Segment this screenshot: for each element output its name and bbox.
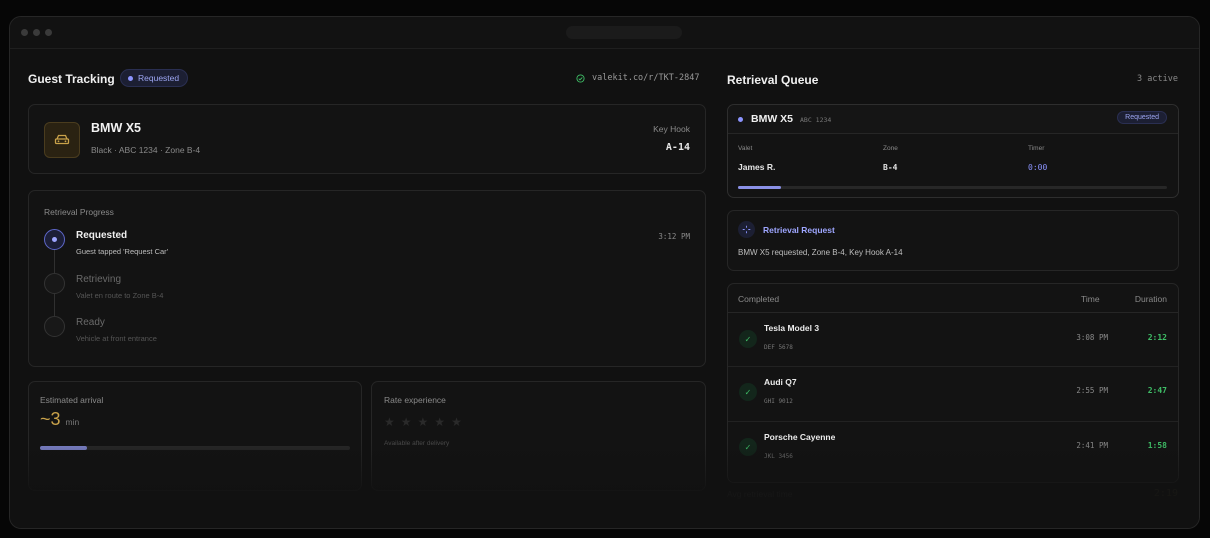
eta-progress-bar (40, 446, 350, 450)
car-icon (44, 122, 80, 158)
window-close-dot[interactable] (21, 29, 28, 36)
row-duration: 2:12 (1147, 333, 1167, 342)
current-vehicle-name: BMW X5 (751, 113, 793, 125)
address-bar[interactable] (566, 26, 682, 39)
completed-header (728, 284, 1178, 313)
step-subtitle: Valet en route to Zone B-4 (76, 291, 164, 300)
request-text: BMW X5 requested, Zone B-4, Key Hook A-1… (738, 248, 903, 257)
active-count: 3 active (1137, 74, 1178, 84)
retrieval-queue-title: Retrieval Queue (727, 73, 819, 87)
vehicle-name: BMW X5 (91, 121, 141, 135)
zone-label: Zone (883, 145, 898, 152)
step-requested-indicator (44, 229, 65, 250)
step-connector (54, 294, 55, 316)
star-icon[interactable]: ★ (401, 415, 412, 429)
step-subtitle: Guest tapped 'Request Car' (76, 247, 169, 256)
retrieval-request-card: Retrieval Request BMW X5 requested, Zone… (727, 210, 1179, 271)
completed-header-title: Completed (738, 294, 780, 304)
table-row[interactable]: ✓ Porsche Cayenne JKL 3456 2:41 PM 1:58 (728, 422, 1178, 476)
table-row[interactable]: ✓ Audi Q7 GHI 9012 2:55 PM 2:47 (728, 367, 1178, 421)
window-maximize-dot[interactable] (45, 29, 52, 36)
row-time: 2:41 PM (1076, 441, 1108, 450)
star-icon[interactable]: ★ (434, 415, 445, 429)
completed-table: Completed Time Duration ✓ Tesla Model 3 … (727, 283, 1179, 483)
row-name: Audi Q7 (764, 377, 797, 387)
active-dot-icon (738, 117, 743, 122)
eta-label: Estimated arrival (40, 395, 104, 405)
step-subtitle: Vehicle at front entrance (76, 334, 157, 343)
current-progress-fill (738, 186, 781, 189)
row-time: 3:08 PM (1076, 333, 1108, 342)
step-title: Requested (76, 230, 128, 241)
key-hook-value: A-14 (665, 142, 690, 153)
status-pill: Requested (120, 69, 189, 87)
tracking-link[interactable]: valekit.co/r/TKT-2847 (576, 73, 699, 83)
vehicle-card: BMW X5 Black · ABC 1234 · Zone B-4 Key H… (28, 104, 706, 174)
eta-progress-fill (40, 446, 87, 450)
key-hook-label: Key Hook (653, 124, 690, 134)
step-ready-indicator (44, 316, 65, 337)
current-header (728, 105, 1178, 134)
row-plate: JKL 3456 (764, 453, 793, 460)
check-icon: ✓ (739, 438, 757, 456)
step-connector (54, 250, 55, 273)
rating-stars[interactable]: ★ ★ ★ ★ ★ (384, 415, 462, 429)
current-plate: ABC 1234 (800, 116, 832, 124)
col-time-header: Time (1081, 294, 1100, 304)
progress-title: Retrieval Progress (44, 207, 114, 217)
step-title: Retrieving (76, 274, 122, 285)
step-title: Ready (76, 317, 105, 328)
rating-card: Rate experience ★ ★ ★ ★ ★ Available afte… (371, 381, 706, 491)
status-dot-icon (128, 75, 133, 81)
row-name: Tesla Model 3 (764, 323, 820, 333)
row-time: 2:55 PM (1076, 386, 1108, 395)
check-icon: ✓ (739, 383, 757, 401)
vehicle-details: Black · ABC 1234 · Zone B-4 (91, 145, 201, 155)
row-duration: 2:47 (1147, 386, 1167, 395)
title-bar (10, 17, 1199, 49)
rating-label: Rate experience (384, 395, 446, 405)
window-minimize-dot[interactable] (33, 29, 40, 36)
eta-unit: min (65, 417, 80, 427)
star-icon[interactable]: ★ (384, 415, 395, 429)
check-circle-icon (576, 73, 585, 83)
app-window: Guest Tracking Requested valekit.co/r/TK… (9, 16, 1200, 529)
timer-value: 0:00 (1028, 163, 1048, 172)
table-row[interactable]: ✓ Tesla Model 3 DEF 5678 3:08 PM 2:12 (728, 313, 1178, 366)
step-retrieving-indicator (44, 273, 65, 294)
avg-retrieval-value: 2:19 (1153, 488, 1178, 499)
current-status-pill: Requested (1117, 111, 1167, 124)
request-icon (738, 221, 755, 238)
star-icon[interactable]: ★ (451, 415, 462, 429)
eta-value-group: ~3 min (40, 409, 79, 430)
row-duration: 1:58 (1147, 441, 1167, 450)
step-time: 3:12 PM (658, 232, 690, 241)
check-icon: ✓ (739, 330, 757, 348)
current-retrieval-card[interactable]: BMW X5 ABC 1234 Requested Valet James R.… (727, 104, 1179, 198)
row-name: Porsche Cayenne (764, 432, 836, 442)
row-plate: GHI 9012 (764, 398, 793, 405)
current-progress-bar (738, 186, 1167, 189)
eta-value: ~3 (40, 409, 61, 429)
eta-card: Estimated arrival ~3 min (28, 381, 362, 491)
avg-retrieval-label: Avg retrieval time (727, 489, 793, 499)
col-duration-header: Duration (1134, 294, 1167, 304)
timer-label: Timer (1028, 145, 1045, 152)
valet-value: James R. (738, 162, 776, 172)
star-icon[interactable]: ★ (418, 415, 429, 429)
zone-value: B-4 (883, 163, 898, 172)
rating-note: Available after delivery (384, 440, 450, 447)
valet-label: Valet (738, 145, 753, 152)
request-title: Retrieval Request (763, 225, 835, 235)
retrieval-progress-card: Retrieval Progress Requested Guest tappe… (28, 190, 706, 367)
row-plate: DEF 5678 (764, 344, 793, 351)
guest-tracking-title: Guest Tracking (28, 72, 115, 86)
